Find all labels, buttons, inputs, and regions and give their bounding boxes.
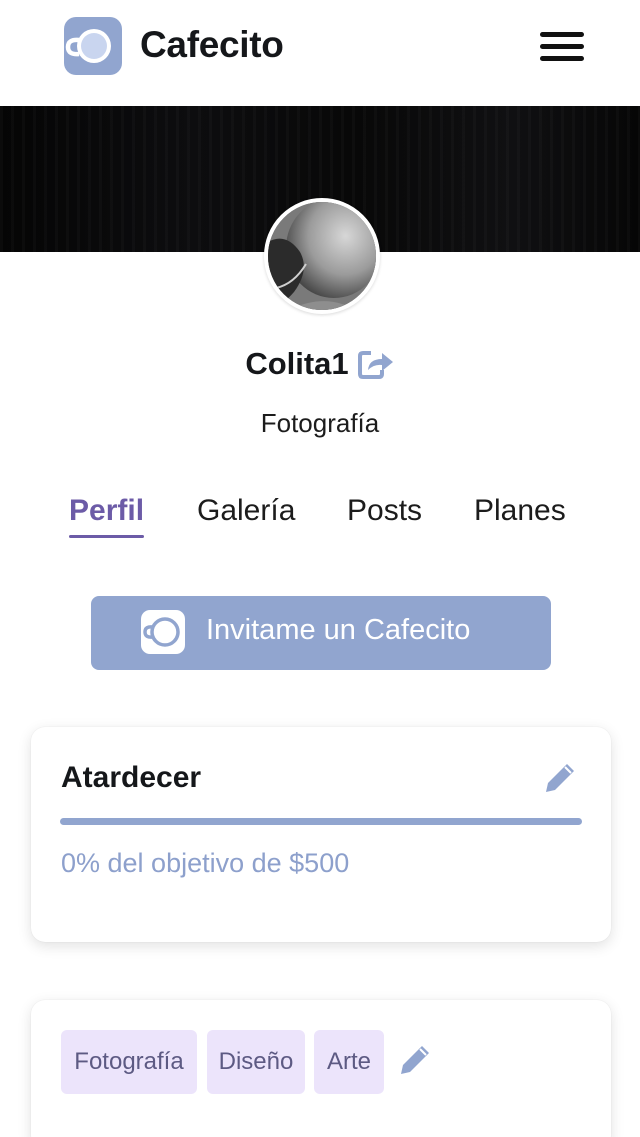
profile-category: Fotografía: [260, 408, 380, 438]
pencil-icon[interactable]: [396, 1041, 434, 1079]
app-header: Cafecito: [0, 0, 640, 106]
goal-card: Atardecer 0% del objetivo de $500: [31, 727, 611, 942]
tag-diseno[interactable]: Diseño: [207, 1030, 305, 1094]
pencil-icon[interactable]: [541, 759, 579, 797]
cafecito-logo-icon[interactable]: [58, 17, 124, 77]
profile-name: Colita1: [245, 346, 349, 381]
profile-name-row: Colita1: [0, 346, 640, 390]
invite-cafecito-label: Invitame un Cafecito: [206, 614, 471, 646]
tab-posts[interactable]: Posts: [347, 494, 422, 528]
avatar[interactable]: [264, 198, 380, 314]
tab-perfil[interactable]: Perfil: [69, 494, 145, 538]
goal-title: Atardecer: [61, 761, 202, 794]
tag-arte[interactable]: Arte: [314, 1030, 384, 1094]
goal-progress-bar: [60, 818, 582, 825]
brand-name[interactable]: Cafecito: [140, 24, 284, 66]
invite-cafecito-button[interactable]: Invitame un Cafecito: [91, 596, 551, 670]
tags-card: Fotografía Diseño Arte: [31, 1000, 611, 1137]
hamburger-menu-icon[interactable]: [538, 30, 586, 64]
cafecito-cup-icon: [139, 610, 187, 656]
share-external-icon[interactable]: [355, 346, 395, 382]
tag-fotografia[interactable]: Fotografía: [61, 1030, 197, 1094]
tab-planes[interactable]: Planes: [474, 494, 566, 528]
tab-galeria[interactable]: Galería: [197, 494, 295, 528]
goal-progress-text: 0% del objetivo de $500: [61, 848, 350, 878]
profile-tabs: Perfil Galería Posts Planes: [0, 494, 640, 544]
